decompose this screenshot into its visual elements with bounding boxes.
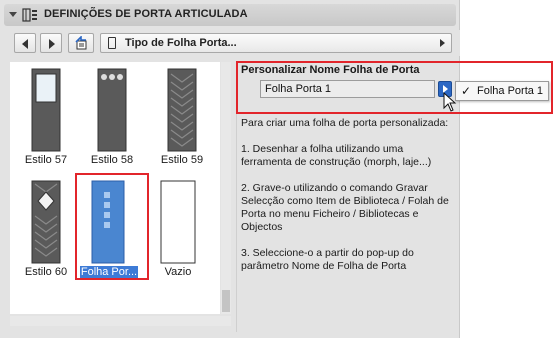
instructions-step-1: 1. Desenhar a folha utilizando uma ferra… — [241, 143, 432, 168]
style-tile[interactable]: Vazio — [146, 174, 210, 284]
style-label: Estilo 57 — [24, 154, 68, 166]
style-list-vertical-scrollbar[interactable] — [221, 62, 231, 314]
style-tile[interactable]: Estilo 57 — [14, 62, 78, 172]
mouse-cursor-icon — [443, 92, 457, 112]
page-selector-label: Tipo de Folha Porta... — [125, 37, 237, 49]
style-tile[interactable]: Estilo 58 — [80, 62, 144, 172]
dropdown-item-label[interactable]: Folha Porta 1 — [477, 85, 543, 97]
door-empty-icon — [160, 180, 196, 264]
door-page-icon — [108, 37, 116, 49]
style-tile[interactable]: Estilo 60 — [14, 174, 78, 284]
instructions-step-3: 3. Seleccione-o a partir do pop-up do pa… — [241, 247, 414, 272]
page-selector[interactable]: Tipo de Folha Porta... — [100, 33, 452, 53]
style-label: Estilo 59 — [160, 154, 204, 166]
next-page-button[interactable] — [40, 33, 62, 53]
page-selector-arrow-icon — [440, 39, 445, 47]
door-three-dots-icon — [97, 68, 127, 152]
favorites-icon — [75, 36, 87, 50]
door-leaf-name-field[interactable]: Folha Porta 1 — [260, 80, 435, 98]
style-label: Vazio — [164, 266, 192, 278]
favorites-button[interactable] — [68, 33, 94, 53]
instructions-step-2: 2. Grave-o utilizando o comando Gravar S… — [241, 182, 449, 233]
style-tile-selected[interactable]: Folha Por... — [76, 174, 140, 284]
arrow-left-icon — [22, 39, 28, 49]
door-diamond-icon — [31, 180, 61, 264]
door-window-icon — [31, 68, 61, 152]
door-settings-panel: DEFINIÇÕES DE PORTA ARTICULADA Tipo de F… — [0, 0, 460, 338]
style-label: Estilo 60 — [24, 266, 68, 278]
panel-header[interactable]: DEFINIÇÕES DE PORTA ARTICULADA — [4, 4, 456, 26]
door-chevron-icon — [167, 68, 197, 152]
checkmark-icon: ✓ — [461, 84, 472, 98]
arrow-right-icon — [49, 39, 55, 49]
name-dropdown-menu[interactable]: ✓ Folha Porta 1 — [455, 81, 549, 101]
instructions-intro: Para criar uma folha de porta personaliz… — [241, 117, 449, 129]
door-style-list[interactable]: Estilo 57 Estilo 58 Estilo 59 Estilo 60 … — [10, 62, 220, 314]
page-toolbar: Tipo de Folha Porta... — [0, 30, 460, 56]
custom-name-title: Personalizar Nome Folha de Porta — [241, 64, 420, 76]
door-settings-icon — [22, 8, 37, 22]
instructions-text: Para criar uma folha de porta personaliz… — [241, 117, 453, 286]
style-label: Folha Por... — [80, 266, 138, 278]
style-label: Estilo 58 — [90, 154, 134, 166]
section-divider — [236, 62, 237, 332]
style-tile[interactable]: Estilo 59 — [150, 62, 214, 172]
panel-title: DEFINIÇÕES DE PORTA ARTICULADA — [44, 8, 248, 20]
door-custom-icon — [91, 180, 125, 264]
scrollbar-thumb[interactable] — [222, 290, 230, 312]
style-list-horizontal-scrollbar[interactable] — [10, 316, 231, 326]
collapse-chevron-icon[interactable] — [9, 12, 17, 17]
previous-page-button[interactable] — [14, 33, 36, 53]
